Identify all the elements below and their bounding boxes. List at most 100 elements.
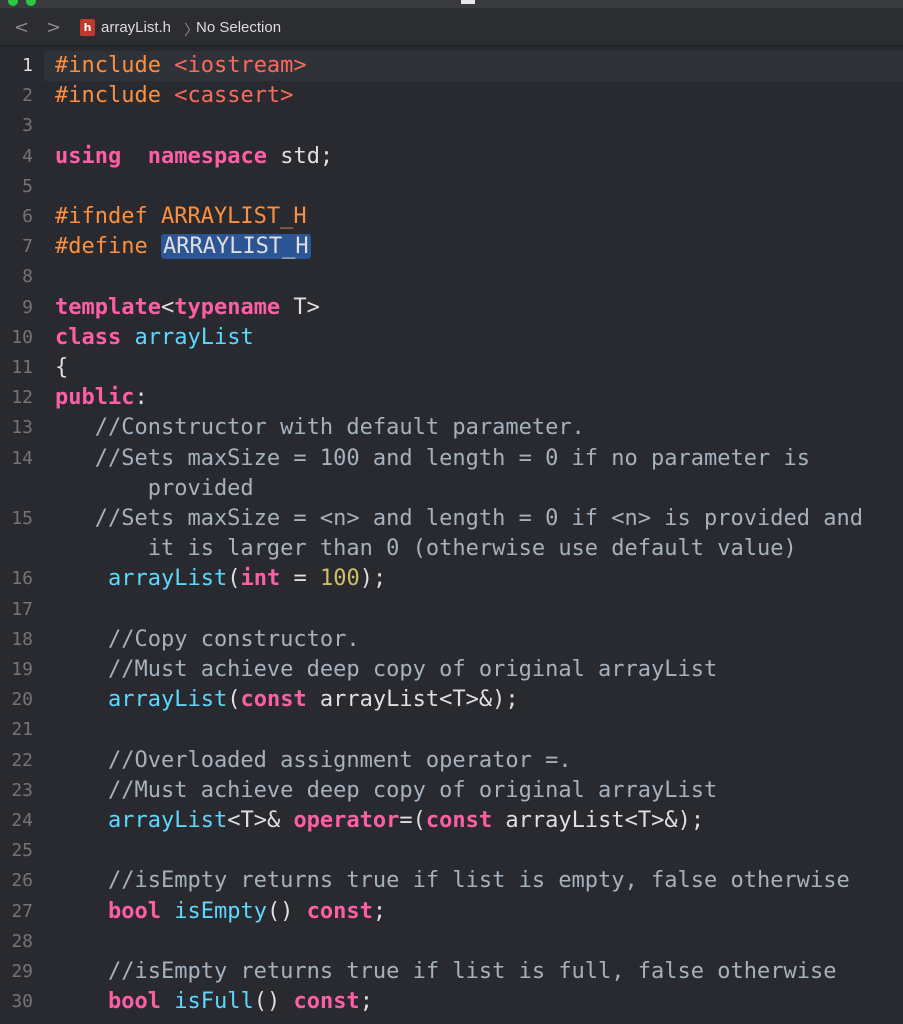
code-line[interactable]: 13 //Constructor with default parameter. [0, 413, 903, 443]
code-line[interactable]: 9 template<typename T> [0, 293, 903, 323]
code-text: //isEmpty returns true if list is empty,… [55, 866, 850, 896]
code-token: ( [227, 687, 241, 713]
code-token: bool [107, 898, 161, 924]
code-line[interactable]: 23 //Must achieve deep copy of original … [0, 776, 903, 806]
window-zoom-button-2[interactable] [26, 0, 36, 6]
code-text: provided [55, 474, 254, 504]
window-zoom-button[interactable] [8, 0, 18, 6]
source-editor[interactable]: 1 #include <iostream> 2 #include <cassert> 3… [0, 47, 903, 1024]
selected-text: ARRAYLIST_H [160, 234, 311, 260]
code-token: public [55, 385, 135, 411]
line-number: 2 [22, 85, 33, 107]
code-line[interactable]: 1 #include <iostream> [0, 51, 903, 81]
code-token: #include [55, 83, 175, 109]
code-token: =( [399, 808, 426, 833]
code-text: using namespace std; [55, 142, 333, 172]
line-number: 14 [11, 447, 33, 469]
code-line[interactable]: 11 { [0, 353, 903, 383]
code-line[interactable]: 29 //isEmpty returns true if list is ful… [0, 957, 903, 987]
line-number: 5 [22, 175, 33, 197]
line-number: 27 [11, 900, 33, 922]
code-line[interactable]: 8 [0, 262, 903, 292]
line-number: 9 [22, 296, 33, 318]
breadcrumb-selection[interactable]: No Selection [196, 19, 281, 36]
code-line[interactable]: 5 [0, 172, 903, 202]
code-line[interactable]: it is larger than 0 (otherwise use defau… [0, 534, 903, 564]
line-number: 8 [22, 266, 33, 288]
code-line[interactable]: 7 #define ARRAYLIST_H [0, 232, 903, 262]
code-text: //Must achieve deep copy of original arr… [55, 655, 717, 685]
code-line[interactable]: 28 [0, 927, 903, 957]
line-number: 24 [11, 810, 33, 831]
line-number: 3 [22, 115, 33, 137]
code-text: arrayList(const arrayList<T>&); [55, 685, 519, 715]
code-token: std; [266, 143, 334, 169]
code-line[interactable]: 26 //isEmpty returns true if list is emp… [0, 866, 903, 896]
code-line[interactable]: 15 //Sets maxSize = <n> and length = 0 i… [0, 504, 903, 534]
code-text: { [55, 353, 68, 383]
code-text: #include <iostream> [55, 51, 307, 81]
code-text: public: [55, 383, 148, 413]
code-token: provided [55, 475, 254, 501]
line-number: 1 [22, 55, 33, 76]
line-number: 18 [11, 628, 33, 650]
code-text: //isEmpty returns true if list is full, … [55, 957, 837, 987]
line-number: 13 [11, 417, 33, 439]
code-line[interactable]: 10 class arrayList [0, 323, 903, 353]
code-line[interactable]: 18 //Copy constructor. [0, 625, 903, 655]
code-line[interactable]: 17 [0, 595, 903, 625]
code-token: #include [55, 53, 175, 78]
window-title-fragment [461, 0, 475, 4]
code-token: const [425, 808, 493, 833]
code-line[interactable]: 12 public: [0, 383, 903, 413]
code-line[interactable]: 21 [0, 715, 903, 745]
line-number: 10 [11, 326, 33, 348]
code-token: template [55, 294, 161, 320]
code-token: #ifndef ARRAYLIST_H [55, 204, 307, 229]
line-number: 17 [11, 598, 33, 620]
code-line[interactable]: 14 //Sets maxSize = 100 and length = 0 i… [0, 444, 903, 474]
code-line[interactable]: 2 #include <cassert> [0, 81, 903, 111]
code-line[interactable]: 4 using namespace std; [0, 142, 903, 172]
line-number: 29 [11, 961, 33, 982]
code-text: #define ARRAYLIST_H [55, 232, 311, 262]
line-number: 22 [11, 749, 33, 771]
code-line[interactable]: 6 #ifndef ARRAYLIST_H [0, 202, 903, 232]
code-token: 100 [319, 566, 360, 592]
code-token: arrayList [134, 324, 254, 350]
code-line[interactable]: 24 arrayList<T>& operator=(const arrayLi… [0, 806, 903, 836]
code-token: //Must achieve deep copy of original arr… [55, 777, 718, 803]
code-line[interactable]: 3 [0, 111, 903, 141]
code-line[interactable]: provided [0, 474, 903, 504]
code-text: //Must achieve deep copy of original arr… [55, 776, 717, 806]
line-number: 30 [11, 991, 33, 1013]
code-line[interactable]: 22 //Overloaded assignment operator =. [0, 746, 903, 776]
code-text: arrayList<T>& operator=(const arrayList<… [55, 806, 704, 836]
code-text: //Copy constructor. [55, 625, 360, 655]
code-text: template<typename T> [55, 293, 320, 323]
code-text: //Sets maxSize = 100 and length = 0 if n… [55, 444, 810, 474]
code-line[interactable]: 30 bool isFull() const; [0, 987, 903, 1017]
code-token: T> [280, 294, 320, 320]
chevron-left-icon[interactable]: < [14, 17, 29, 38]
code-token: //Must achieve deep copy of original arr… [55, 657, 718, 682]
chevron-right-icon[interactable]: > [46, 17, 61, 38]
code-token: it is larger than 0 (otherwise use defau… [55, 536, 797, 562]
code-line[interactable]: 27 bool isEmpty() const; [0, 897, 903, 927]
header-file-icon: h [80, 19, 95, 36]
code-line[interactable]: 25 [0, 836, 903, 866]
line-number: 23 [11, 779, 33, 801]
code-line[interactable]: 19 //Must achieve deep copy of original … [0, 655, 903, 685]
code-line[interactable]: 16 arrayList(int = 100); [0, 564, 903, 594]
code-token: int [240, 566, 281, 592]
code-token: isFull [174, 989, 254, 1015]
code-line[interactable]: 20 arrayList(const arrayList<T>&); [0, 685, 903, 715]
code-token: //Copy constructor. [55, 626, 360, 652]
breadcrumb-file[interactable]: arrayList.h [101, 19, 171, 36]
code-token: ; [359, 989, 373, 1015]
code-text: class arrayList [55, 323, 254, 353]
